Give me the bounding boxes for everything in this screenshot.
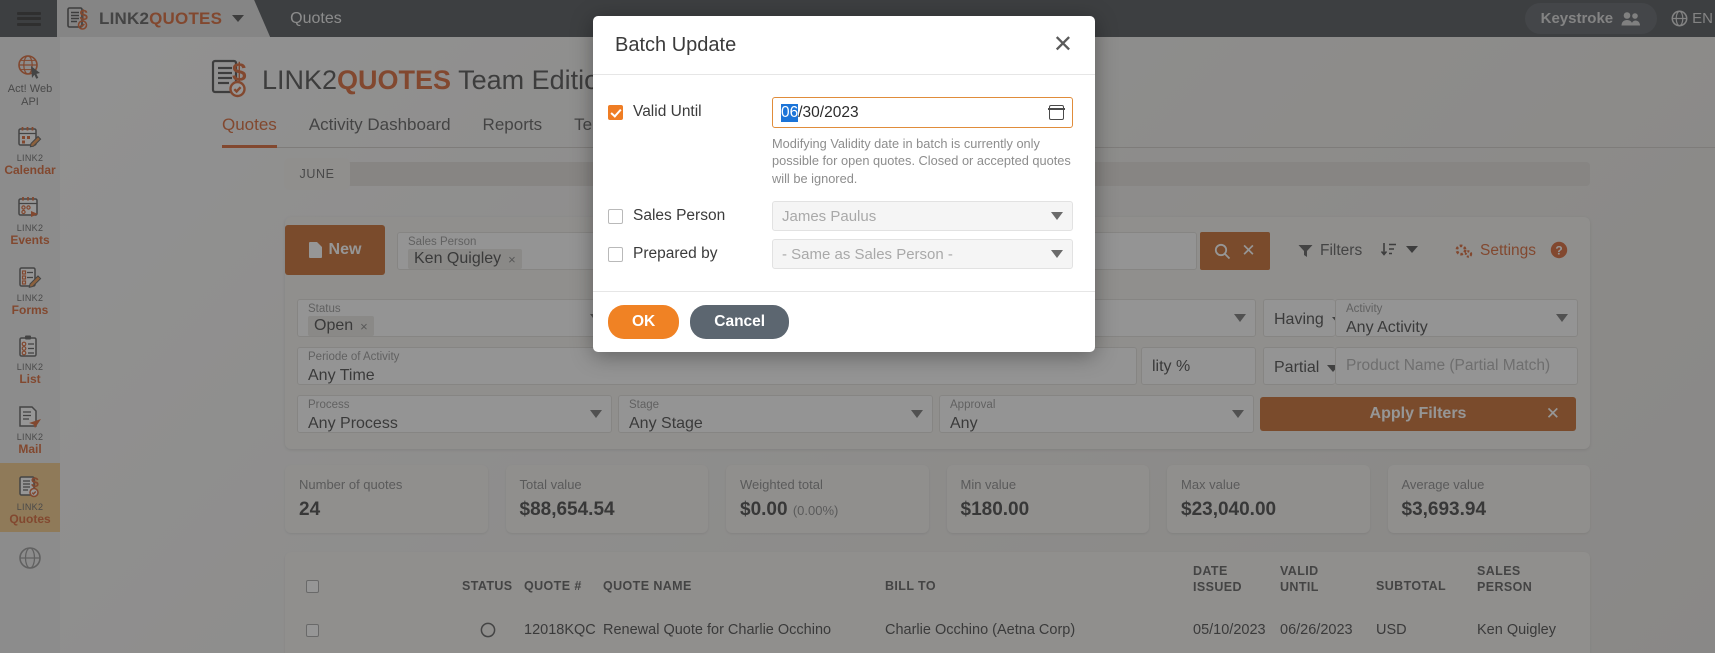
cancel-button[interactable]: Cancel <box>690 304 790 339</box>
prepared-by-select[interactable]: - Same as Sales Person - <box>772 239 1073 270</box>
app-root: $ LINK2QUOTES Quotes Keystroke <box>0 0 1715 653</box>
valid-until-checkbox-wrap[interactable]: Valid Until <box>608 97 772 121</box>
dialog-header: Batch Update ✕ <box>593 16 1095 75</box>
prepared-by-checkbox[interactable] <box>608 246 623 262</box>
valid-until-label: Valid Until <box>633 103 702 120</box>
sales-person-row: Sales Person James Paulus <box>608 201 1073 232</box>
sales-person-control: James Paulus <box>772 201 1073 232</box>
ok-button[interactable]: OK <box>608 304 680 339</box>
prepared-by-label: Prepared by <box>633 245 718 263</box>
chevron-down-icon[interactable] <box>1051 250 1063 259</box>
valid-until-checkbox[interactable] <box>608 104 623 120</box>
close-icon[interactable]: ✕ <box>1053 33 1073 57</box>
dialog-footer: OK Cancel <box>593 291 1095 351</box>
prepared-by-checkbox-wrap[interactable]: Prepared by <box>608 239 772 263</box>
valid-until-control: 06/30/2023 Modifying Validity date in ba… <box>772 97 1073 187</box>
dialog-title: Batch Update <box>615 33 737 56</box>
sales-person-select[interactable]: James Paulus <box>772 201 1073 232</box>
sales-person-checkbox[interactable] <box>608 208 623 224</box>
date-rest-segment[interactable]: /30/2023 <box>798 104 858 122</box>
prepared-by-control: - Same as Sales Person - <box>772 239 1073 270</box>
calendar-icon[interactable] <box>1048 105 1065 120</box>
prepared-by-select-value: - Same as Sales Person - <box>782 245 953 263</box>
valid-until-row: Valid Until 06/30/2023 Modifying Validit… <box>608 97 1073 187</box>
batch-update-dialog: Batch Update ✕ Valid Until 06/30/2023 Mo… <box>593 16 1095 352</box>
sales-person-label: Sales Person <box>633 207 726 225</box>
chevron-down-icon[interactable] <box>1051 212 1063 221</box>
valid-until-date-input[interactable]: 06/30/2023 <box>772 97 1073 128</box>
valid-until-hint: Modifying Validity date in batch is curr… <box>772 136 1071 186</box>
prepared-by-row: Prepared by - Same as Sales Person - <box>608 239 1073 270</box>
sales-person-select-value: James Paulus <box>782 207 877 225</box>
dialog-body: Valid Until 06/30/2023 Modifying Validit… <box>593 75 1095 291</box>
sales-person-checkbox-wrap[interactable]: Sales Person <box>608 201 772 225</box>
date-month-segment[interactable]: 06 <box>781 103 799 122</box>
